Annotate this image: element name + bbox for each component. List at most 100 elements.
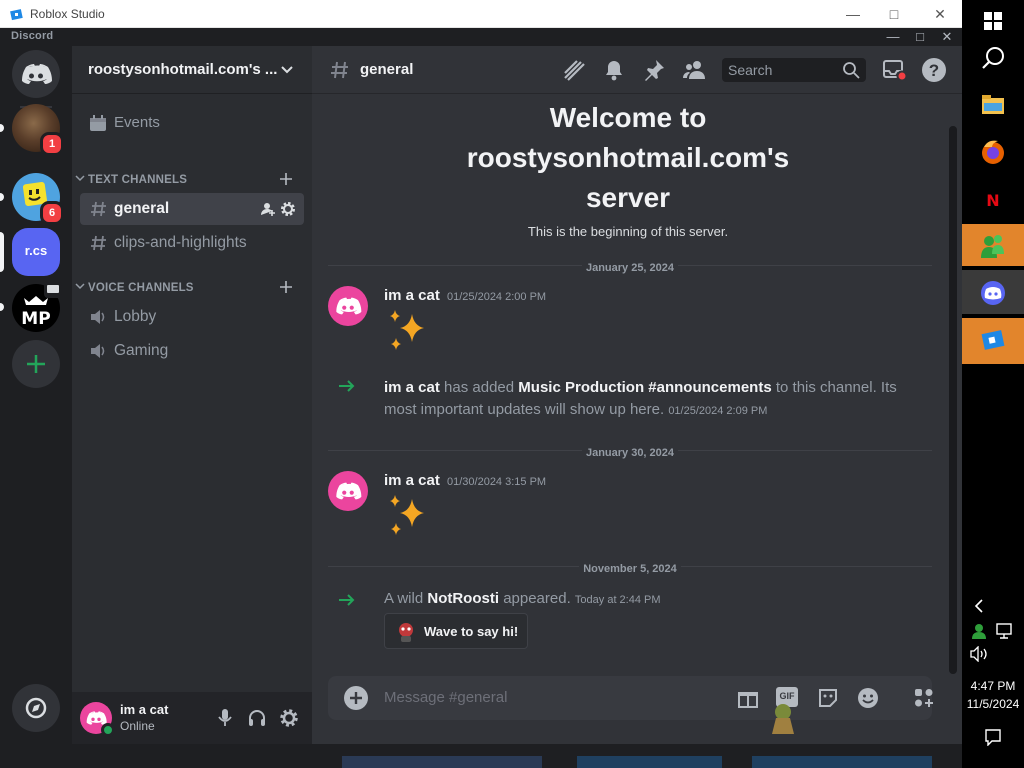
threads-icon[interactable] [562,58,586,82]
taskbar-clock-time[interactable]: 4:47 PM [962,679,1024,693]
join-arrow-icon [338,379,356,393]
emoji-icon[interactable] [856,686,880,710]
bell-icon[interactable] [603,58,625,82]
system-text: A wild [384,590,424,607]
add-server-button[interactable] [12,340,60,388]
upload-plus-icon[interactable] [344,686,368,710]
guild-header[interactable]: roostysonhotmail.com's ... [72,46,312,94]
message-author[interactable]: im a cat [384,379,440,396]
show-hidden-icons-chevron-icon[interactable] [972,598,986,614]
server-icon-cat[interactable]: 1 [12,104,64,156]
help-icon[interactable]: ? [922,58,946,82]
channel-title: general [360,61,414,78]
channel-clips-and-highlights[interactable]: clips-and-highlights [80,227,304,259]
roblox-studio-titlebar: Roblox Studio — □ ✕ [0,0,962,28]
message-author[interactable]: im a cat [384,287,440,304]
voice-channels-category[interactable]: VOICE CHANNELS [88,282,194,294]
date-divider-label: January 30, 2024 [581,447,679,459]
text-channels-category[interactable]: TEXT CHANNELS [88,174,187,186]
action-center-icon[interactable] [984,728,1002,746]
create-channel-icon[interactable] [279,280,293,294]
pin-icon[interactable] [642,58,666,82]
network-icon[interactable] [994,622,1014,640]
events-item[interactable]: Events [80,107,304,139]
server-acronym: r.cs [24,243,48,258]
wumpus-wave-icon [395,621,417,643]
roblox-studio-title: Roblox Studio [30,7,105,21]
channel-name: clips-and-highlights [114,234,247,251]
avatar[interactable] [80,702,115,737]
invite-icon[interactable] [260,201,276,217]
message-author[interactable]: im a cat [384,472,440,489]
home-button[interactable] [12,50,60,98]
headphones-icon[interactable] [247,708,267,728]
gift-icon[interactable] [736,686,760,710]
date-divider-label: January 25, 2024 [581,262,679,274]
inbox-icon[interactable] [882,58,908,82]
roblox-maximize-button[interactable]: □ [879,4,909,24]
roblox-studio-taskbar-icon[interactable] [962,318,1024,364]
server-rail: 1 6 r.cs MP [0,46,72,744]
discord-logo-icon [22,64,52,84]
user-settings-gear-icon[interactable] [279,708,299,728]
server-icon-roblox[interactable]: 6 [12,173,64,225]
svg-text:MP: MP [21,309,50,329]
firefox-taskbar-icon[interactable] [962,130,1024,176]
voice-channel-gaming[interactable]: Gaming [80,335,304,367]
server-icon-mp[interactable]: MP [12,282,62,332]
selected-pill [0,232,4,272]
mouse-cursor-overlay [770,702,796,736]
avatar[interactable] [328,471,368,511]
scrollbar-thumb[interactable] [949,126,957,674]
message-timestamp: Today at 2:44 PM [574,594,661,606]
discord-close-button[interactable]: ✕ [934,28,960,46]
discord-taskbar-icon[interactable] [962,270,1024,316]
hashtag-icon [90,200,108,218]
scrollbar-track[interactable] [949,126,957,674]
discover-button[interactable] [12,684,60,732]
welcome-line: roostysonhotmail.com's [466,142,790,173]
microphone-icon[interactable] [216,708,234,728]
member-list-icon[interactable] [682,59,706,81]
search-taskbar-button[interactable] [962,38,1024,84]
chevron-down-icon [75,281,85,291]
desktop-window-tab [577,756,722,768]
roblox-tray-icon[interactable] [970,622,988,640]
apps-icon[interactable] [912,686,936,710]
sticker-icon[interactable] [816,686,840,710]
voice-channel-lobby[interactable]: Lobby [80,301,304,333]
avatar[interactable] [328,286,368,326]
message-timestamp: 01/25/2024 2:09 PM [668,405,768,417]
server-icon-rcs[interactable]: r.cs [12,228,60,276]
taskbar-clock-date[interactable]: 11/5/2024 [962,697,1024,711]
chevron-down-icon [75,173,85,183]
netflix-taskbar-icon[interactable]: N [962,176,1024,222]
joined-user-name[interactable]: NotRoosti [427,590,499,607]
discord-logo-icon [336,482,362,500]
roblox-player-taskbar-icon[interactable] [962,222,1024,268]
roblox-close-button[interactable]: ✕ [925,4,955,24]
speaker-icon [89,308,109,326]
search-input[interactable]: Search [722,58,866,82]
roblox-minimize-button[interactable]: — [838,4,868,24]
message-input[interactable]: Message #general GIF [328,676,932,720]
followed-channel-link[interactable]: Music Production #announcements [518,379,771,396]
discord-maximize-button[interactable]: □ [907,28,933,46]
search-placeholder: Search [728,62,773,78]
channel-general[interactable]: general [80,193,304,225]
mention-badge: 6 [40,201,64,225]
discord-minimize-button[interactable]: — [880,28,906,46]
welcome-heading: Welcome to roostysonhotmail.com's server [328,98,928,218]
sparkles-emoji-icon [384,493,432,541]
volume-icon[interactable] [970,646,990,662]
file-explorer-taskbar-icon[interactable] [962,84,1024,130]
roblox-studio-logo-icon [10,8,24,21]
user-name: im a cat [120,702,169,717]
unread-pill [0,193,4,201]
sparkles-emoji-icon [384,308,432,356]
create-channel-icon[interactable] [279,172,293,186]
voice-activity-icon [44,282,62,298]
gear-icon[interactable] [280,201,296,217]
system-message-join: A wild NotRoosti appeared. Today at 2:44… [384,588,914,611]
wave-button[interactable]: Wave to say hi! [384,613,528,649]
